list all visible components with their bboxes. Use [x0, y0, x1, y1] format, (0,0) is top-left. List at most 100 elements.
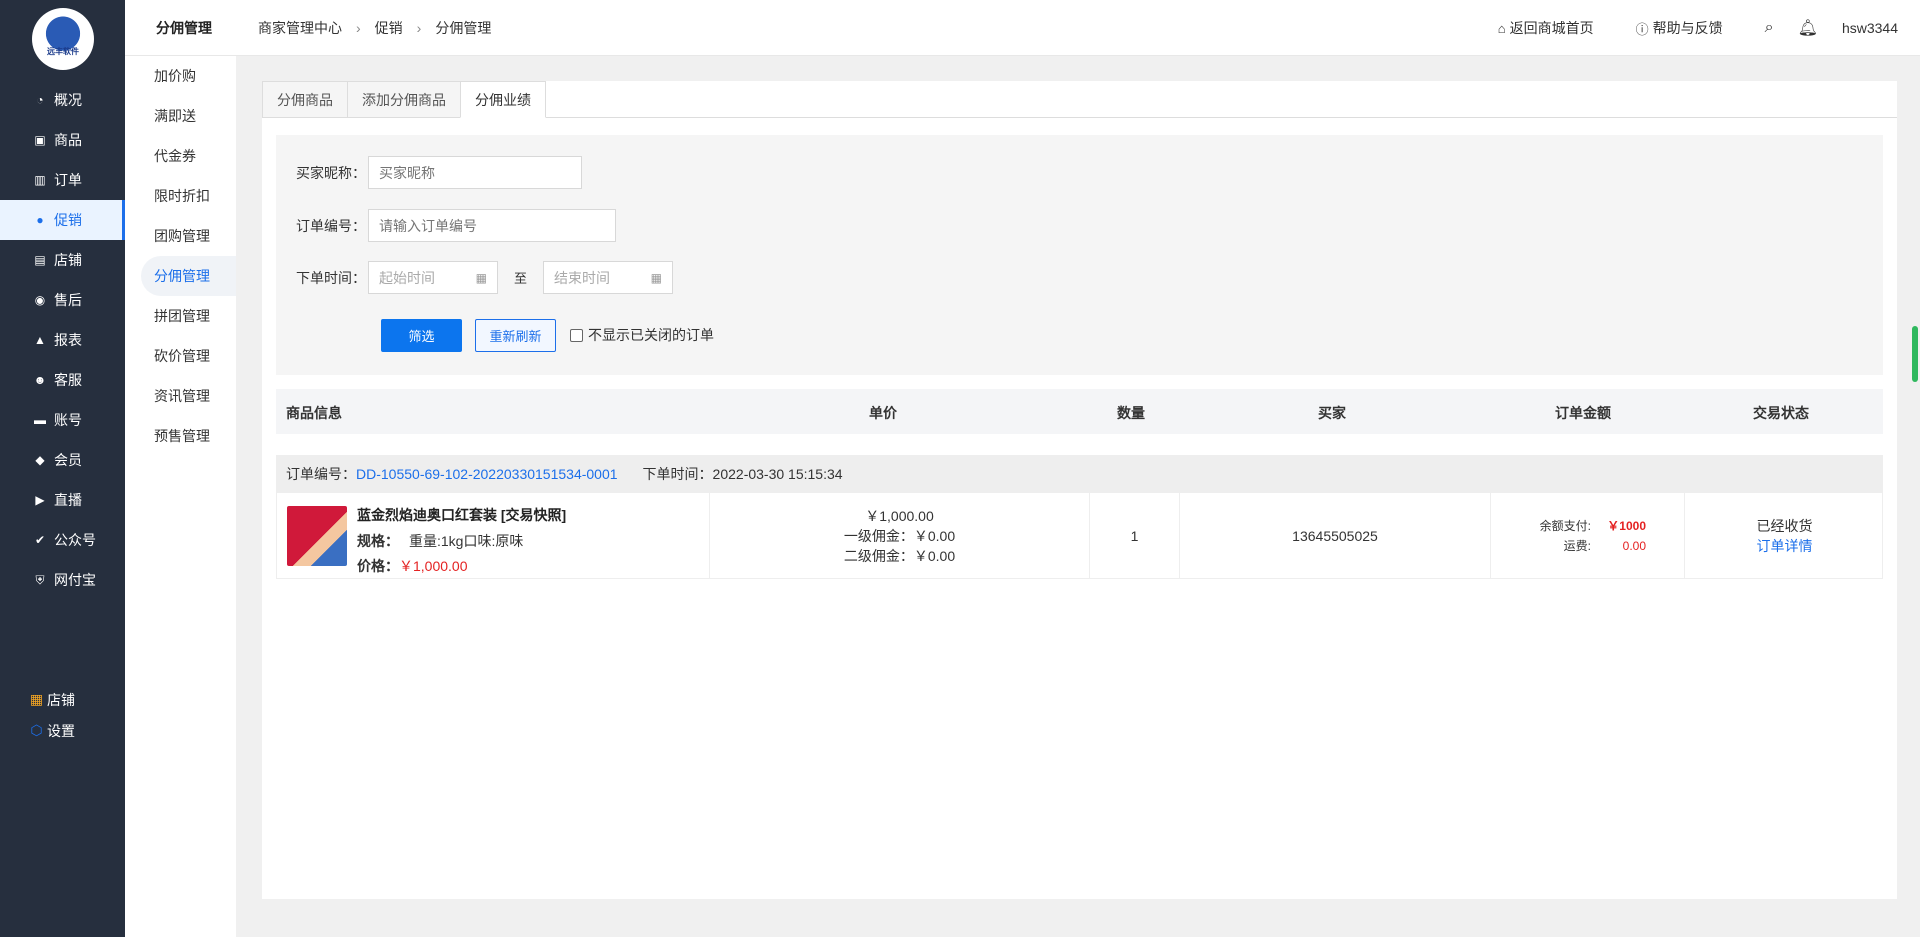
- sidebar-item-label: 公众号: [54, 532, 96, 548]
- chevron-right-icon: ›: [416, 19, 422, 36]
- scrollbar[interactable]: [1912, 326, 1918, 382]
- status-cell: 已经收货 订单详情: [1685, 493, 1884, 578]
- sidebar-item-label: 直播: [54, 492, 82, 508]
- live-icon: ▶: [35, 493, 45, 507]
- dashboard-icon: ◔: [36, 93, 44, 107]
- subnav-item[interactable]: 满即送: [125, 96, 236, 136]
- subnav-item[interactable]: 砍价管理: [125, 336, 236, 376]
- balance-label: 余额支付:: [1539, 518, 1591, 533]
- header-actions: ⌂ 返回商城首页 ⓘ 帮助与反馈 ⌕ 🔔︎ hsw3344: [1498, 0, 1920, 56]
- col-buyer: 买家: [1318, 405, 1346, 421]
- wechat-icon: ✔: [34, 533, 46, 547]
- top-header: 分佣管理 商家管理中心 › 促销 › 分佣管理 ⌂ 返回商城首页 ⓘ 帮助与反馈 ⌕…: [125, 0, 1920, 56]
- sidebar-item-label: 网付宝: [54, 572, 96, 588]
- breadcrumb-promotion[interactable]: 促销: [375, 18, 403, 38]
- subnav-item[interactable]: 分佣管理: [141, 256, 236, 296]
- sidebar-item-0[interactable]: ◔ 概况: [0, 80, 125, 120]
- search-icon[interactable]: ⌕: [1765, 19, 1774, 37]
- checkbox-box[interactable]: [570, 328, 583, 342]
- end-time-input[interactable]: 结束时间 ▦: [543, 261, 674, 294]
- help-label: 帮助与反馈: [1652, 20, 1723, 36]
- order-no-input[interactable]: [368, 209, 616, 242]
- freight-row: 运费: 0.00: [1529, 536, 1646, 556]
- promotion-icon: ●: [36, 213, 44, 227]
- subnav-item[interactable]: 团购管理: [125, 216, 236, 256]
- diamond-icon: ◆: [35, 453, 45, 467]
- subnav-item[interactable]: 代金券: [125, 136, 236, 176]
- logo-text: 远丰软件: [47, 46, 79, 56]
- bottom-item-0[interactable]: ▦ 店铺: [0, 684, 125, 715]
- sidebar-item-1[interactable]: ▣ 商品: [0, 120, 125, 160]
- sidebar-item-10[interactable]: ▶ 直播: [0, 480, 125, 520]
- order-detail-link[interactable]: 订单详情: [1757, 536, 1813, 556]
- back-to-store-label: 返回商城首页: [1509, 20, 1594, 36]
- product-cell: 蓝金烈焰迪奥口红套装 [交易快照] 规格： 重量:1kg口味:原味 价格：￥1,0…: [277, 493, 710, 578]
- sidebar-item-label: 订单: [54, 172, 82, 188]
- unit-price: ￥1,000.00: [865, 507, 934, 524]
- time-row: 下单时间： 起始时间 ▦ 至 结束时间 ▦: [296, 261, 674, 294]
- filter-panel: 买家昵称： 订单编号： 下单时间： 起始时间▦ 至 结束时间▦ 筛选 重新刷新 …: [276, 135, 1883, 375]
- sidebar-item-4[interactable]: ▤ 店铺: [0, 240, 125, 280]
- col-amount: 订单金额: [1555, 405, 1611, 421]
- time-label: 下单时间：: [296, 269, 366, 286]
- hide-closed-checkbox[interactable]: 不显示已关闭的订单: [570, 325, 714, 345]
- username[interactable]: hsw3344: [1842, 20, 1898, 36]
- buyer-input[interactable]: [368, 156, 582, 189]
- order-time: 2022-03-30 15:15:34: [712, 466, 843, 482]
- commission-2: 二级佣金：￥0.00: [843, 547, 956, 564]
- sidebar-item-11[interactable]: ✔ 公众号: [0, 520, 125, 560]
- freight-label: 运费:: [1563, 538, 1591, 553]
- buyer: 13645505025: [1292, 527, 1378, 544]
- start-time-input[interactable]: 起始时间 ▦: [368, 261, 498, 294]
- subnav-item[interactable]: 限时折扣: [125, 176, 236, 216]
- tab-0[interactable]: 分佣商品: [262, 81, 347, 118]
- sidebar-item-2[interactable]: ▥ 订单: [0, 160, 125, 200]
- buyer-label: 买家昵称：: [296, 164, 366, 181]
- tab-2[interactable]: 分佣业绩: [460, 81, 546, 118]
- balance-value: ￥1000: [1607, 518, 1646, 533]
- bell-icon[interactable]: 🔔︎: [1798, 18, 1818, 38]
- table-header: 商品信息 单价 数量 买家 订单金额 交易状态: [276, 389, 1883, 434]
- breadcrumb: 商家管理中心 › 促销 › 分佣管理: [258, 18, 491, 38]
- sidebar-item-7[interactable]: ☻ 客服: [0, 360, 125, 400]
- breadcrumb-home[interactable]: 商家管理中心: [258, 18, 342, 38]
- tab-bar: 分佣商品 添加分佣商品 分佣业绩: [262, 81, 1897, 118]
- sidebar-item-label: 会员: [54, 452, 82, 468]
- help-link[interactable]: ⓘ 帮助与反馈: [1636, 18, 1723, 38]
- reset-button[interactable]: 重新刷新: [475, 319, 556, 352]
- subnav-item[interactable]: 资讯管理: [125, 376, 236, 416]
- subnav-item[interactable]: 加价购: [125, 56, 236, 96]
- col-status: 交易状态: [1753, 405, 1809, 421]
- sidebar-item-label: 客服: [54, 372, 82, 388]
- order-status: 已经收货: [1756, 517, 1813, 534]
- back-to-store-link[interactable]: ⌂ 返回商城首页: [1498, 18, 1594, 38]
- tab-1[interactable]: 添加分佣商品: [347, 81, 460, 118]
- sidebar-item-9[interactable]: ◆ 会员: [0, 440, 125, 480]
- sidebar-item-8[interactable]: ▬ 账号: [0, 400, 125, 440]
- amount-cell: 余额支付: ￥1000 运费: 0.00: [1491, 493, 1685, 578]
- breadcrumb-current: 分佣管理: [435, 19, 492, 36]
- order-no-label: 订单编号：: [296, 217, 366, 234]
- buyer-cell: 13645505025: [1180, 493, 1491, 578]
- aftersale-icon: ◉: [34, 293, 46, 307]
- sidebar-item-3[interactable]: ● 促销: [0, 200, 125, 240]
- sidebar-item-label: 促销: [54, 212, 82, 228]
- sidebar-item-label: 售后: [54, 292, 82, 308]
- company-logo[interactable]: 远丰软件: [32, 8, 94, 70]
- order-no-link[interactable]: DD-10550-69-102-20220330151534-0001: [356, 466, 618, 482]
- product-image[interactable]: [287, 506, 347, 566]
- table-row: 蓝金烈焰迪奥口红套装 [交易快照] 规格： 重量:1kg口味:原味 价格：￥1,0…: [276, 493, 1883, 579]
- subnav-item[interactable]: 拼团管理: [125, 296, 236, 336]
- help-icon: ⓘ: [1635, 21, 1649, 37]
- subnav-item[interactable]: 预售管理: [125, 416, 236, 456]
- order-no-label: 订单编号：: [286, 466, 356, 482]
- bottom-item-1[interactable]: ⬡ 设置: [0, 715, 125, 746]
- report-icon: ▲: [34, 333, 46, 347]
- service-icon: ☻: [33, 373, 47, 387]
- balance-row: 余额支付: ￥1000: [1529, 516, 1646, 536]
- sidebar-item-5[interactable]: ◉ 售后: [0, 280, 125, 320]
- sidebar-item-12[interactable]: ⛨ 网付宝: [0, 560, 125, 600]
- product-name[interactable]: 蓝金烈焰迪奥口红套装 [交易快照]: [357, 505, 566, 525]
- sidebar-item-6[interactable]: ▲ 报表: [0, 320, 125, 360]
- filter-button[interactable]: 筛选: [381, 319, 462, 352]
